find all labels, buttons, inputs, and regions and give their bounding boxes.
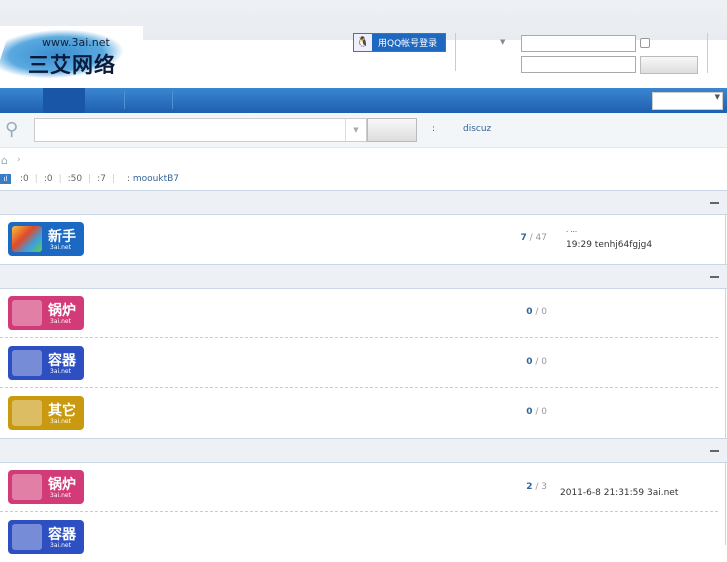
forum-sub: 3ai.net <box>50 318 71 325</box>
forum-name: 锅炉 <box>48 303 76 319</box>
total-count: 3 <box>541 482 547 492</box>
forum-icon[interactable]: 其它 3ai.net <box>8 396 84 430</box>
hot-search-link[interactable]: discuz <box>463 124 491 134</box>
password-input[interactable] <box>521 56 636 73</box>
hot-search-label: : <box>432 124 436 134</box>
logo-name: 三艾网络 <box>28 53 116 77</box>
search-icon: ⚲ <box>5 119 19 140</box>
stats-icon: ıl <box>0 174 11 184</box>
forum-sub: 3ai.net <box>50 418 71 425</box>
category-header <box>0 264 727 289</box>
total-count: 0 <box>541 307 547 317</box>
forum-name: 其它 <box>48 403 76 419</box>
forum-row: 锅炉 3ai.net 2 / 3 2011-6-8 21:31:59 3ai.ne… <box>0 462 718 512</box>
username-input[interactable] <box>521 35 636 52</box>
search-input[interactable] <box>34 118 367 142</box>
divider <box>455 33 456 71</box>
nav-item-active[interactable] <box>43 88 85 113</box>
today-count: 0 <box>526 307 533 317</box>
collapse-icon[interactable] <box>710 450 719 452</box>
total-count: 47 <box>535 233 547 243</box>
search-type-dropdown[interactable]: ▼ <box>345 119 366 141</box>
forum-row: 新手 3ai.net 7 / 47 . ... 19:29 tenhj64fgjg… <box>0 214 718 264</box>
category-header <box>0 190 727 215</box>
forum-sub: 3ai.net <box>50 244 71 251</box>
today-count: 0 <box>526 357 533 367</box>
qq-penguin-icon: 🐧 <box>354 34 372 51</box>
today-count: 0 <box>526 407 533 417</box>
qq-login-button[interactable]: 🐧 用QQ帐号登录 <box>353 33 446 52</box>
last-post-info[interactable]: 2011-6-8 21:31:59 3ai.net <box>560 488 678 498</box>
collapse-icon[interactable] <box>710 276 719 278</box>
stat-today: :0 <box>20 174 29 184</box>
forum-name: 锅炉 <box>48 477 76 493</box>
forum-row: 其它 3ai.net 0 / 0 <box>0 388 718 438</box>
total-count: 0 <box>541 407 547 417</box>
stat-yesterday: :0 <box>43 174 53 184</box>
forum-icon[interactable]: 锅炉 3ai.net <box>8 470 84 504</box>
forum-stats: :0 | :0 | :50 | :7 | : moouktB7 <box>20 174 180 184</box>
site-logo[interactable]: www.3ai.net 三艾网络 <box>0 26 143 84</box>
newest-member-link[interactable]: moouktB7 <box>133 174 179 184</box>
logo-url: www.3ai.net <box>42 36 110 49</box>
qq-login-label: 用QQ帐号登录 <box>378 39 438 49</box>
login-button[interactable] <box>640 56 698 74</box>
login-type-dropdown[interactable]: ▼ <box>500 38 505 46</box>
breadcrumb-separator: › <box>17 155 21 165</box>
forum-sub: 3ai.net <box>50 368 71 375</box>
stat-posts: :50 <box>67 174 83 184</box>
forum-icon[interactable]: 容器 3ai.net <box>8 520 84 554</box>
home-icon[interactable]: ⌂ <box>1 154 8 167</box>
forum-row: 容器 3ai.net 0 / 0 <box>0 338 718 388</box>
total-count: 0 <box>541 357 547 367</box>
forum-sub: 3ai.net <box>50 492 71 499</box>
forum-row: 锅炉 3ai.net 0 / 0 <box>0 288 718 338</box>
forum-icon[interactable]: 容器 3ai.net <box>8 346 84 380</box>
forum-name: 容器 <box>48 353 76 369</box>
last-post-info[interactable]: 19:29 tenhj64fgjg4 <box>566 240 652 250</box>
forum-name: 容器 <box>48 527 76 543</box>
newest-member-label: : <box>126 174 131 184</box>
remember-checkbox[interactable] <box>640 38 650 48</box>
main-nav <box>0 88 727 113</box>
collapse-icon[interactable] <box>710 202 719 204</box>
table-border <box>725 190 726 545</box>
forum-icon[interactable]: 锅炉 3ai.net <box>8 296 84 330</box>
search-button[interactable] <box>367 118 417 142</box>
forum-sub: 3ai.net <box>50 542 71 549</box>
today-count: 2 <box>526 482 533 492</box>
style-select[interactable]: ▼ <box>652 92 723 110</box>
forum-row: 容器 3ai.net <box>0 512 718 562</box>
stat-members: :7 <box>97 174 106 184</box>
last-post-title[interactable]: . ... <box>566 226 577 234</box>
forum-name: 新手 <box>48 229 76 245</box>
category-header <box>0 438 727 463</box>
forum-icon[interactable]: 新手 3ai.net <box>8 222 84 256</box>
divider <box>707 33 708 73</box>
today-count: 7 <box>520 233 527 243</box>
